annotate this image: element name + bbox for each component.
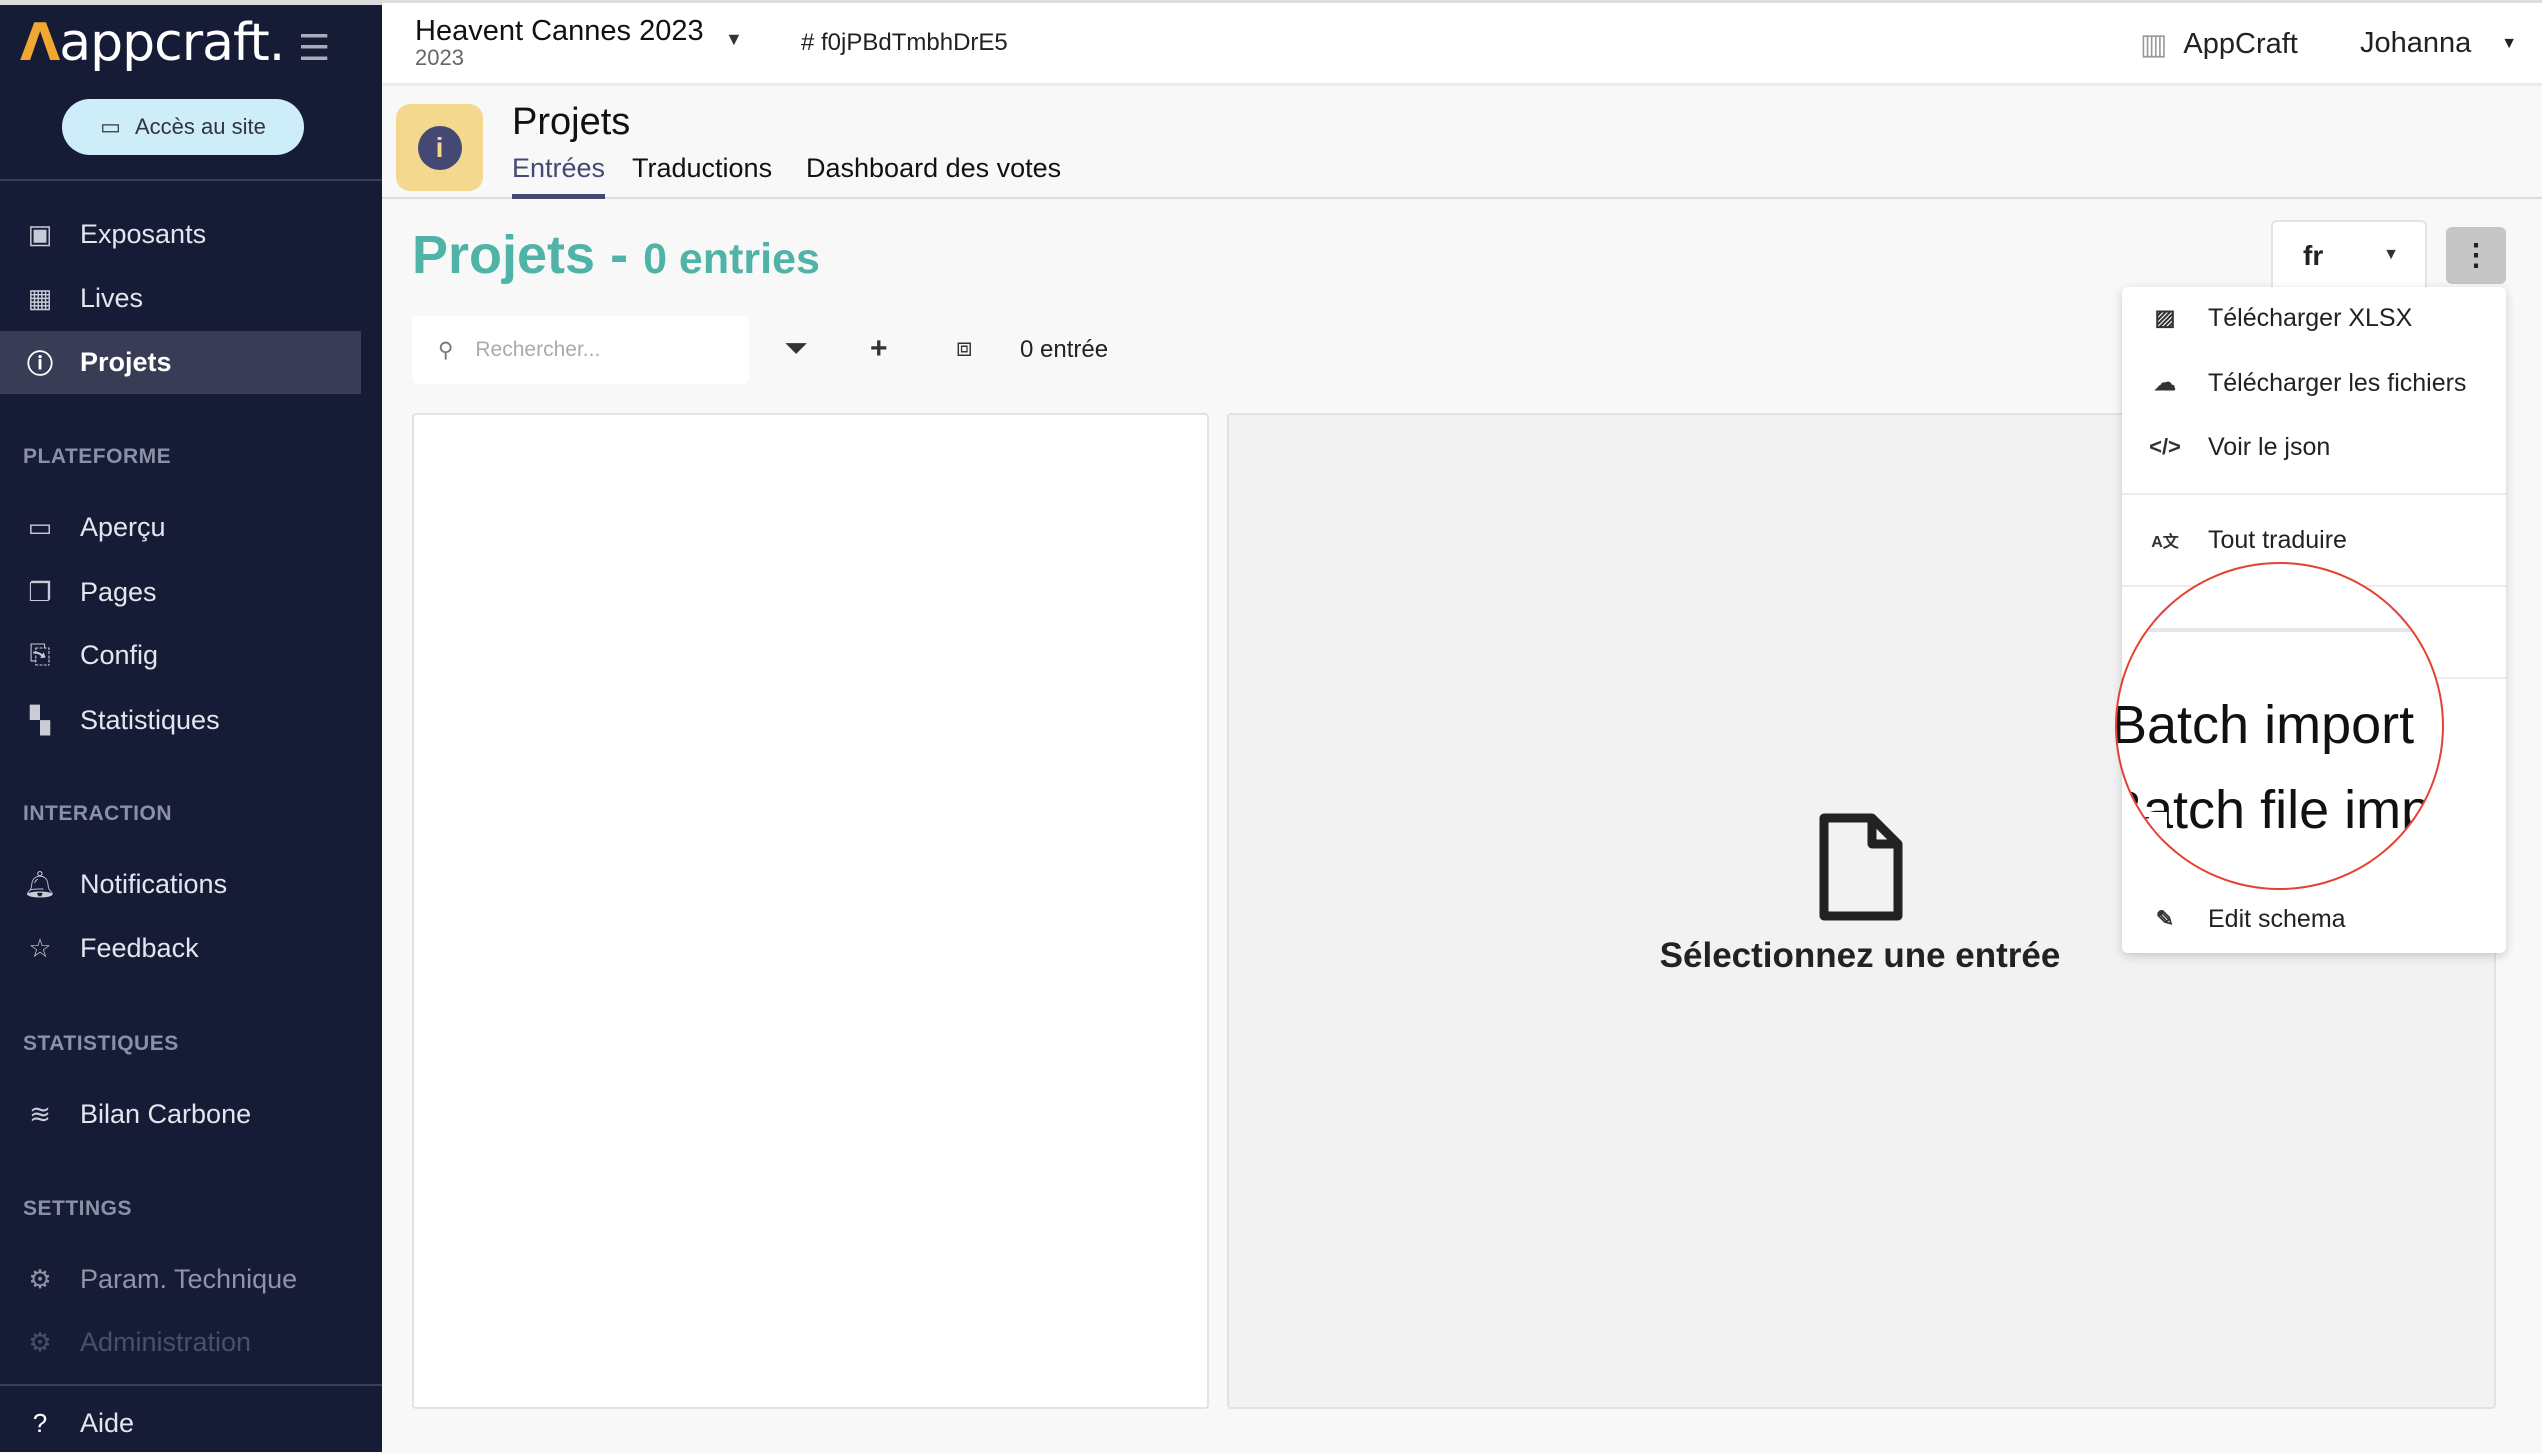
section-plateforme: PLATEFORME (23, 445, 172, 468)
add-icon[interactable]: + (870, 332, 888, 366)
config-icon: ⎘ (29, 639, 51, 669)
more-options-button[interactable]: ⋮ (2446, 227, 2506, 284)
sidebar-item-feedback[interactable]: ☆ Feedback (0, 918, 361, 978)
menu-item-translate-all[interactable]: A文 Tout traduire (2122, 523, 2506, 557)
sidebar-item-pages[interactable]: ❐ Pages (0, 562, 361, 622)
file-icon (1819, 813, 1903, 921)
sidebar-item-statistiques[interactable]: ▚ Statistiques (0, 690, 361, 750)
menu-item-edit-schema[interactable]: ✎ Edit schema (2122, 902, 2506, 936)
pages-icon: ❐ (28, 576, 52, 607)
id-badge-icon: ▣ (27, 218, 53, 249)
info-circle-icon: ⓘ (26, 349, 53, 379)
event-dropdown-caret-icon[interactable]: ▼ (725, 29, 743, 50)
gear-icon: ⚙ (28, 1326, 52, 1357)
sidebar-item-apercu[interactable]: ▭ Aperçu (0, 497, 361, 557)
tab-entrees[interactable]: Entrées (512, 153, 606, 199)
settings-box-icon: ⚙ (28, 1263, 52, 1294)
empty-state-text: Sélectionnez une entrée (1659, 936, 2061, 975)
menu-item-batch-import[interactable]: Batch import (2117, 694, 2414, 756)
sidebar-item-administration[interactable]: ⚙ Administration (0, 1312, 361, 1372)
tab-dashboard-votes[interactable]: Dashboard des votes (806, 153, 1061, 194)
menu-item-download-xlsx[interactable]: ▨ Télécharger XLSX (2122, 301, 2506, 335)
sidebar-item-bilan-carbone[interactable]: ≋ Bilan Carbone (0, 1084, 361, 1144)
sidebar: Λappcraft. ☰ ▭ Accès au site ▣ Exposants ▦… (0, 0, 382, 1452)
help-circle-icon: ? (32, 1407, 48, 1438)
organization[interactable]: ▥ AppCraft (2140, 27, 2298, 62)
sidebar-item-config[interactable]: ⎘ Config (0, 625, 361, 685)
star-icon: ☆ (28, 932, 52, 963)
info-icon: i (417, 125, 462, 170)
translate-icon: A文 (2151, 534, 2179, 551)
code-icon: </> (2149, 434, 2181, 459)
sidebar-item-param-technique[interactable]: ⚙ Param. Technique (0, 1249, 361, 1309)
file-excel-icon: ▨ (2154, 305, 2176, 330)
monitor-icon: ▭ (100, 114, 121, 139)
search-input[interactable]: ⚲ Rechercher... (412, 316, 749, 384)
menu-item-view-json[interactable]: </> Voir le json (2122, 430, 2506, 464)
calendar-icon: ▦ (27, 282, 53, 313)
language-select[interactable]: fr ▼ (2271, 220, 2427, 292)
top-bar: Heavent Cannes 2023 2023 ▼ # f0jPBdTmbhD… (382, 0, 2542, 83)
bell-icon: 🔔︎ (23, 868, 57, 899)
sidebar-item-notifications[interactable]: 🔔︎ Notifications (0, 854, 361, 914)
hash-icon: # (801, 29, 822, 56)
section-statistiques: STATISTIQUES (23, 1032, 179, 1055)
magnifier-highlight: Batch import Batch file import ⤒ (2115, 562, 2444, 890)
event-id[interactable]: # f0jPBdTmbhDrE5 (801, 29, 1008, 57)
collapse-sidebar-icon[interactable]: ☰ (298, 27, 330, 69)
caret-down-icon: ▼ (2383, 246, 2399, 263)
pencil-icon: ✎ (2155, 906, 2175, 931)
sidebar-item-lives[interactable]: ▦ Lives (0, 268, 361, 328)
sidebar-item-projets[interactable]: ⓘ Projets (0, 331, 361, 394)
menu-item-download-files[interactable]: ☁ Télécharger les fichiers (2122, 366, 2506, 400)
collection-heading: Projets - 0 entries (412, 225, 820, 285)
event-year: 2023 (415, 45, 464, 70)
section-interaction: INTERACTION (23, 802, 172, 825)
chart-area-icon: ≋ (29, 1098, 51, 1129)
divider (0, 179, 382, 181)
search-icon: ⚲ (438, 338, 454, 362)
appcraft-logo[interactable]: Λappcraft. (20, 13, 285, 73)
page-header: i Projets Entrées Traductions Dashboard … (382, 83, 2542, 199)
section-settings: SETTINGS (23, 1197, 133, 1220)
user-menu[interactable]: Johanna ▼ (2360, 27, 2517, 60)
access-site-button[interactable]: ▭ Accès au site (62, 99, 304, 155)
divider (2122, 493, 2506, 495)
page-icon: i (396, 104, 483, 191)
laptop-icon: ▭ (27, 511, 53, 542)
dashboard-icon: ▚ (30, 704, 50, 735)
building-icon: ▥ (2140, 29, 2168, 61)
select-box-icon[interactable]: ⧈ (956, 332, 973, 364)
upload-icon: ⤒ (2137, 812, 2167, 845)
entry-count: 0 entrée (1020, 336, 1109, 363)
filter-icon[interactable]: ⏷ (784, 332, 808, 366)
tab-traductions[interactable]: Traductions (632, 153, 772, 194)
sidebar-item-aide[interactable]: ? Aide (0, 1393, 361, 1453)
divider (0, 1384, 382, 1386)
sidebar-item-exposants[interactable]: ▣ Exposants (0, 204, 361, 264)
page-title: Projets (512, 101, 631, 143)
cloud-download-icon: ☁ (2154, 370, 2176, 395)
divider (2117, 628, 2442, 632)
entries-list-panel (412, 413, 1209, 1409)
event-title[interactable]: Heavent Cannes 2023 (415, 15, 704, 48)
caret-down-icon: ▼ (2501, 34, 2518, 52)
